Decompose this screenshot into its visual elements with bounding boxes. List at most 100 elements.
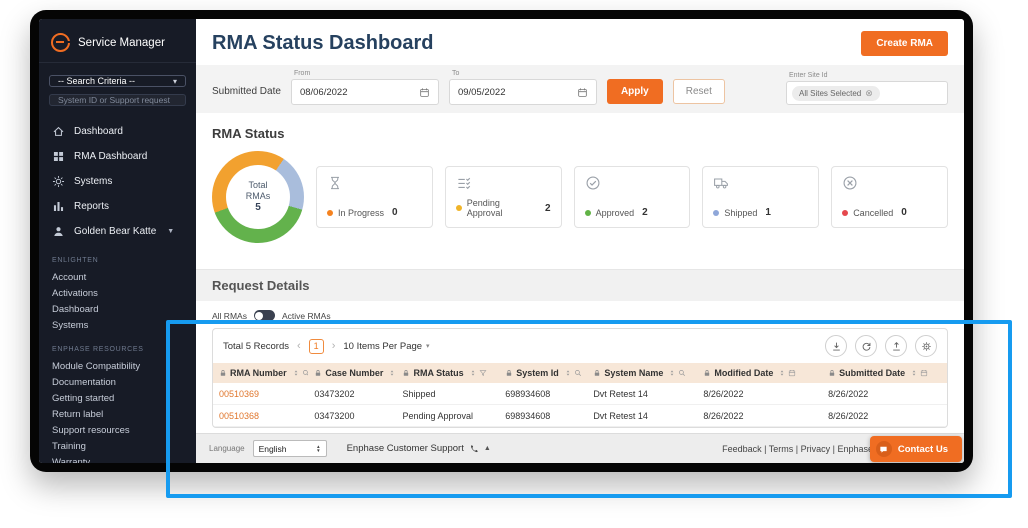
sidebar-item-user-menu[interactable]: Golden Bear Katte ▼ — [39, 219, 196, 244]
sidebar-link-activations[interactable]: Activations — [52, 285, 183, 301]
sort-icon[interactable] — [469, 369, 477, 377]
nav-label: Reports — [74, 201, 110, 212]
current-page[interactable]: 1 — [308, 338, 324, 354]
to-label: To — [451, 70, 460, 77]
status-card-approved: Approved 2 — [573, 166, 691, 228]
sidebar-item-systems[interactable]: Systems — [39, 169, 196, 194]
cell-modified-date: 8/26/2022 — [697, 383, 823, 405]
download-button[interactable] — [825, 335, 847, 357]
status-label: In Progress — [338, 207, 385, 218]
status-card-pending-approval: Pending Approval 2 — [444, 166, 562, 228]
status-count: 1 — [765, 207, 771, 218]
sidebar-link-documentation[interactable]: Documentation — [52, 374, 183, 390]
cell-rma-number-link[interactable]: 00510369 — [213, 383, 309, 405]
reset-button[interactable]: Reset — [672, 79, 725, 104]
filter-icon[interactable] — [479, 369, 487, 377]
search-icon[interactable] — [302, 369, 309, 377]
settings-button[interactable] — [915, 335, 937, 357]
remove-chip-icon[interactable]: ⊗ — [865, 88, 873, 99]
upload-button[interactable] — [885, 335, 907, 357]
calendar-icon[interactable] — [920, 369, 928, 377]
sort-icon[interactable] — [564, 369, 572, 377]
col-rma-number[interactable]: RMA Number — [213, 363, 309, 383]
cell-submitted-date: 8/26/2022 — [822, 404, 947, 427]
checklist-icon — [456, 175, 472, 191]
col-system-id[interactable]: System Id — [499, 363, 588, 383]
sort-icon[interactable] — [388, 369, 396, 377]
prev-page-button[interactable]: ‹ — [297, 340, 301, 352]
all-rmas-label[interactable]: All RMAs — [212, 311, 247, 321]
status-label: Shipped — [724, 207, 758, 218]
search-criteria-value: -- Search Criteria -- — [58, 76, 136, 86]
col-case-number[interactable]: Case Number — [308, 363, 397, 383]
from-date-field[interactable]: 08/06/2022 — [290, 79, 439, 105]
cell-system-id: 698934608 — [499, 404, 588, 427]
apply-button[interactable]: Apply — [606, 79, 663, 104]
system-search-input[interactable] — [49, 94, 186, 106]
table-row[interactable]: 00510368 03473200 Pending Approval 69893… — [213, 404, 947, 427]
active-rmas-label[interactable]: Active RMAs — [282, 311, 331, 321]
items-per-page-dropdown[interactable]: 10 Items Per Page ▾ — [343, 341, 429, 352]
sidebar-item-rma-dashboard[interactable]: RMA Dashboard — [39, 144, 196, 169]
lock-icon — [703, 369, 711, 377]
customer-support[interactable]: Enphase Customer Support ▲ — [347, 443, 491, 454]
screenshot-canvas: Service Manager -- Search Criteria -- ▾ … — [0, 0, 1028, 528]
gear-icon — [921, 341, 932, 352]
col-rma-status[interactable]: RMA Status — [396, 363, 500, 383]
contact-us-button[interactable]: Contact Us — [869, 436, 962, 462]
calendar-icon[interactable] — [577, 87, 588, 98]
sidebar-link-warranty[interactable]: Warranty — [52, 454, 183, 464]
sidebar-item-reports[interactable]: Reports — [39, 194, 196, 219]
sort-icon[interactable] — [292, 369, 300, 377]
sort-icon[interactable] — [668, 369, 676, 377]
sidebar-link-dashboard[interactable]: Dashboard — [52, 301, 183, 317]
search-icon[interactable] — [574, 369, 582, 377]
col-modified-date[interactable]: Modified Date — [697, 363, 823, 383]
bar-chart-icon — [52, 200, 65, 213]
to-date-field[interactable]: 09/05/2022 — [448, 79, 597, 105]
sort-icon[interactable] — [910, 369, 918, 377]
create-rma-button[interactable]: Create RMA — [861, 31, 948, 56]
hourglass-icon — [327, 175, 343, 191]
device-frame: Service Manager -- Search Criteria -- ▾ … — [30, 10, 973, 472]
grid-icon — [52, 150, 65, 163]
lock-icon — [314, 369, 322, 377]
refresh-icon — [861, 341, 872, 352]
site-filter-input[interactable]: All Sites Selected ⊗ — [786, 81, 948, 105]
sun-icon — [52, 175, 65, 188]
sidebar-link-module-compatibility[interactable]: Module Compatibility — [52, 358, 183, 374]
col-submitted-date[interactable]: Submitted Date — [822, 363, 947, 383]
search-icon[interactable] — [678, 369, 686, 377]
sidebar-item-dashboard[interactable]: Dashboard — [39, 119, 196, 144]
table-header-row: RMA Number Case Number RMA Status System… — [213, 363, 947, 383]
site-chip: All Sites Selected ⊗ — [792, 85, 880, 101]
calendar-icon[interactable] — [788, 369, 796, 377]
cell-rma-number-link[interactable]: 00510368 — [213, 404, 309, 427]
sidebar-link-getting-started[interactable]: Getting started — [52, 390, 183, 406]
col-system-name[interactable]: System Name — [587, 363, 698, 383]
rma-status-row: Total RMAs 5 In Progress 0 Pending Appro… — [196, 143, 964, 255]
status-count: 0 — [901, 207, 907, 218]
sidebar-link-support-resources[interactable]: Support resources — [52, 422, 183, 438]
home-icon — [52, 125, 65, 138]
language-select[interactable]: English ▲ ▼ — [252, 440, 327, 457]
lock-icon — [402, 369, 410, 377]
active-rmas-toggle[interactable] — [253, 310, 275, 321]
sidebar-link-training[interactable]: Training — [52, 438, 183, 454]
sort-icon[interactable] — [778, 369, 786, 377]
logo-row: Service Manager — [39, 29, 196, 63]
app-title: Service Manager — [78, 36, 165, 49]
rma-status-heading: RMA Status — [212, 126, 285, 141]
refresh-button[interactable] — [855, 335, 877, 357]
sidebar-link-systems[interactable]: Systems — [52, 317, 183, 333]
donut-label: RMAs — [245, 191, 271, 201]
cell-modified-date: 8/26/2022 — [697, 404, 823, 427]
calendar-icon[interactable] — [419, 87, 430, 98]
search-criteria-dropdown[interactable]: -- Search Criteria -- ▾ — [49, 75, 186, 87]
table-row[interactable]: 00510369 03473202 Shipped 698934608 Dvt … — [213, 383, 947, 405]
sidebar-link-account[interactable]: Account — [52, 269, 183, 285]
total-records: Total 5 Records — [223, 340, 290, 352]
sidebar-link-return-label[interactable]: Return label — [52, 406, 183, 422]
next-page-button[interactable]: › — [332, 340, 336, 352]
site-chip-label: All Sites Selected — [799, 88, 862, 98]
